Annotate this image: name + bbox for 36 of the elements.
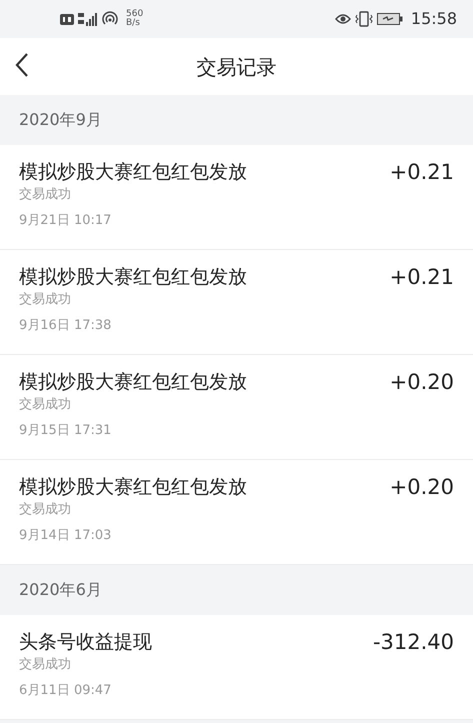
back-button[interactable] <box>14 52 30 78</box>
vibrate-icon <box>354 11 373 27</box>
record-title: 模拟炒股大赛红包红包发放 <box>19 475 247 500</box>
page-title: 交易记录 <box>196 54 276 80</box>
record-title: 模拟炒股大赛红包红包发放 <box>19 160 247 185</box>
record-time: 9月15日 17:31 <box>19 422 112 440</box>
wifi-icon <box>102 11 118 27</box>
section-month: 2020年6月 <box>19 579 102 601</box>
record-amount: +0.21 <box>390 160 454 184</box>
record-status: 交易成功 <box>19 291 72 309</box>
section-month: 2020年9月 <box>19 109 102 131</box>
record-amount: +0.20 <box>390 370 454 394</box>
record-amount: -312.40 <box>372 630 454 654</box>
record-time: 9月16日 17:38 <box>19 317 112 335</box>
network-speed: 560 B/s <box>126 10 144 28</box>
record-title: 模拟炒股大赛红包红包发放 <box>19 370 247 395</box>
transaction-row[interactable]: 模拟炒股大赛红包红包发放 交易成功 9月14日 17:03 +0.20 <box>0 460 473 565</box>
signal-icon <box>78 12 98 26</box>
record-amount: +0.20 <box>390 475 454 499</box>
transaction-row[interactable]: 模拟炒股大赛红包红包发放 交易成功 9月15日 17:31 +0.20 <box>0 355 473 460</box>
record-time: 9月21日 10:17 <box>19 212 112 230</box>
battery-icon <box>376 13 403 25</box>
status-time: 15:58 <box>410 8 457 30</box>
record-time: 9月14日 17:03 <box>19 527 112 545</box>
transaction-row[interactable]: 头条号收益提现 交易成功 6月11日 09:47 -312.40 <box>0 615 473 720</box>
eye-icon <box>334 13 351 25</box>
record-status: 交易成功 <box>19 186 72 204</box>
record-status: 交易成功 <box>19 501 72 519</box>
record-amount: +0.21 <box>390 265 454 289</box>
record-title: 模拟炒股大赛红包红包发放 <box>19 265 247 290</box>
record-time: 6月11日 09:47 <box>19 682 112 700</box>
record-status: 交易成功 <box>19 396 72 414</box>
record-title: 头条号收益提现 <box>19 630 152 655</box>
transaction-row[interactable]: 模拟炒股大赛红包红包发放 交易成功 9月21日 10:17 +0.21 <box>0 145 473 250</box>
transaction-row[interactable]: 模拟炒股大赛红包红包发放 交易成功 9月16日 17:38 +0.21 <box>0 250 473 355</box>
record-status: 交易成功 <box>19 656 72 674</box>
